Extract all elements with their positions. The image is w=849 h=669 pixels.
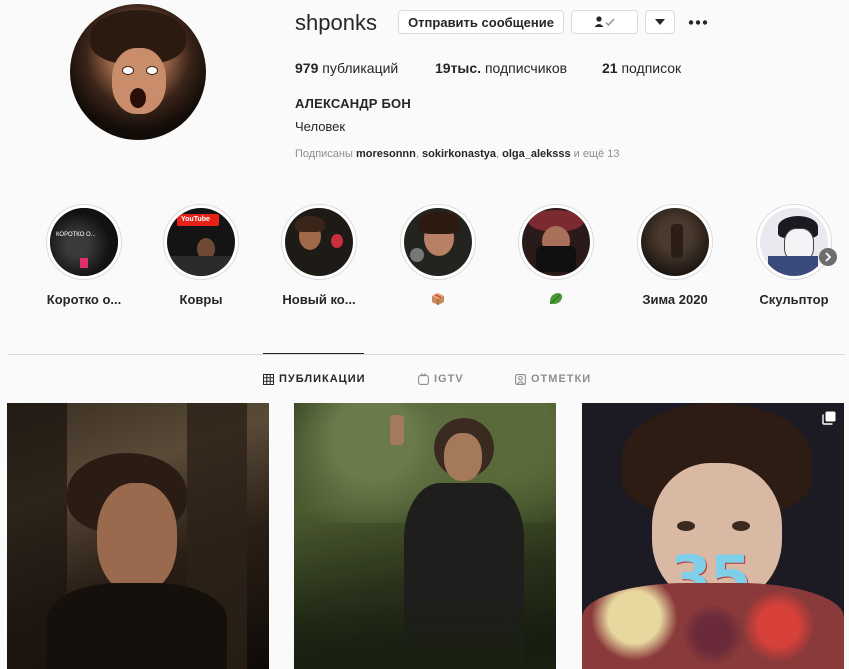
chevron-right-icon [825,252,832,262]
highlights-next-button[interactable] [819,248,837,266]
profile-full-name: АЛЕКСАНДР БОН [295,96,411,111]
highlight-item[interactable]: Зима 2020 [615,204,735,307]
highlight-label: Ковры [179,292,223,307]
highlight-thumbnail [760,208,828,276]
avatar-mouth [130,88,146,108]
stat-following[interactable]: 21 подписок [602,60,681,76]
highlight-thumbnail [285,208,353,276]
highlight-item[interactable] [378,204,498,308]
followed-by-prefix: Подписаны [295,148,356,160]
following-count: 21 [602,60,618,76]
tab-label: ОТМЕТКИ [531,373,592,385]
following-label: подписок [617,60,682,76]
highlight-label: Новый ко... [282,292,356,307]
followed-by-suffix: и ещё 13 [570,148,620,160]
send-message-button[interactable]: Отправить сообщение [398,10,564,34]
followers-label: подписчиков [481,60,568,76]
suggestions-dropdown-button[interactable] [645,10,675,34]
more-options-button[interactable] [686,12,710,32]
highlight-ring: YouTube [163,204,239,280]
highlight-label: Зима 2020 [642,292,708,307]
grid-icon [263,373,274,385]
post-thumbnail[interactable]: 35 [582,403,844,669]
tab-label: ПУБЛИКАЦИИ [279,373,366,385]
highlight-label: Скульптор [759,292,829,307]
highlight-ring [281,204,357,280]
tab-igtv[interactable]: IGTV [418,373,464,385]
stat-followers[interactable]: 19тыс. подписчиков [435,60,567,76]
stat-posts: 979 публикаций [295,60,398,76]
profile-bio: Человек [295,119,346,134]
highlight-item[interactable]: Новый ко... [259,204,379,307]
highlight-item[interactable]: YouTube Ковры [141,204,261,307]
highlight-ring: КОРОТКО О... [46,204,122,280]
following-status-button[interactable] [571,10,638,34]
highlight-item[interactable] [496,204,616,308]
highlight-ring [637,204,713,280]
highlight-thumbnail [522,208,590,276]
post-thumbnail[interactable] [294,403,556,669]
carousel-icon [822,411,836,430]
igtv-icon [418,373,429,385]
caret-down-icon [655,19,665,25]
followed-by-user: sokirkonastya [422,148,496,160]
profile-avatar[interactable] [70,4,206,140]
tab-label: IGTV [434,373,464,385]
highlight-ring [518,204,594,280]
highlight-ring [756,204,832,280]
tabs-divider [7,354,845,355]
highlight-ring [400,204,476,280]
highlight-thumbnail: КОРОТКО О... [50,208,118,276]
highlight-emoji-wrap [378,292,498,308]
tab-posts[interactable]: ПУБЛИКАЦИИ [263,373,366,385]
post-thumbnail[interactable] [7,403,269,669]
followers-count: 19тыс. [435,60,482,76]
followed-by-text[interactable]: Подписаны moresonnn, sokirkonastya, olga… [295,148,619,160]
highlight-thumb-text: КОРОТКО О... [56,232,96,238]
highlight-item[interactable]: КОРОТКО О... Коротко о... [24,204,144,307]
active-tab-indicator [263,353,364,354]
ellipsis-icon [688,19,708,25]
followed-by-user: olga_aleksss [502,148,571,160]
person-check-icon [594,16,615,27]
highlight-thumbnail: YouTube [167,208,235,276]
highlight-emoji-wrap [496,292,616,308]
avatar-eye-right [146,66,158,75]
followed-by-user: moresonnn [355,148,416,160]
leaf-icon [549,293,563,305]
avatar-eye-left [122,66,134,75]
posts-label: публикаций [318,60,399,76]
tagged-icon [515,373,526,385]
highlight-thumbnail [641,208,709,276]
highlight-thumbnail [404,208,472,276]
highlight-label: Коротко о... [46,292,122,307]
profile-username: shponks [295,10,377,35]
posts-count: 979 [295,60,319,76]
highlight-thumb-text: YouTube [181,216,210,223]
tab-tagged[interactable]: ОТМЕТКИ [515,373,591,385]
package-icon [432,293,444,305]
